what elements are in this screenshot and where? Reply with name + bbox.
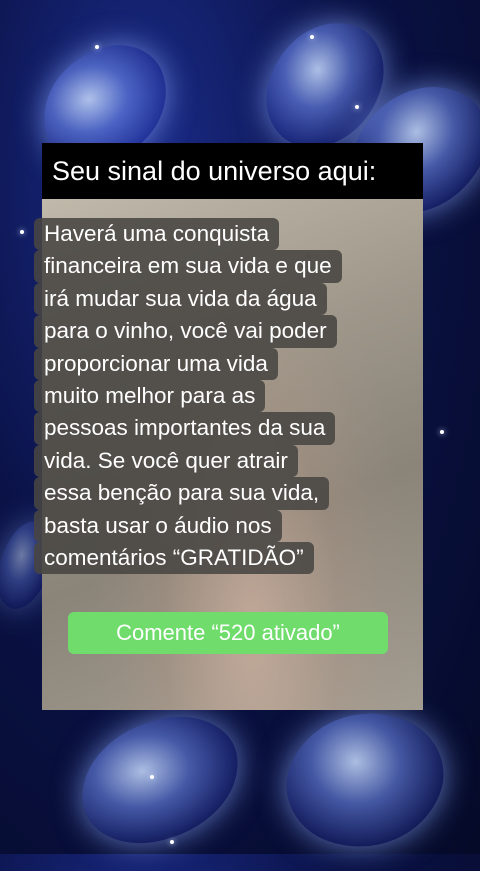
butterfly-wing-decoration <box>70 707 250 853</box>
page-title: Seu sinal do universo aqui: <box>42 143 423 199</box>
sparkle-decoration <box>20 230 24 234</box>
message-text: Haverá uma conquista financeira em sua v… <box>34 218 424 575</box>
message-line: basta usar o áudio nos <box>34 509 282 543</box>
message-line: pessoas importantes da sua <box>34 412 336 445</box>
butterfly-wing-decoration <box>270 688 460 871</box>
sparkle-decoration <box>150 775 154 779</box>
message-line: proporcionar uma vida <box>34 347 278 381</box>
message-line: financeira em sua vida e que <box>34 250 342 283</box>
sparkle-decoration <box>355 105 359 109</box>
message-line: para o vinho, você vai poder <box>34 315 337 348</box>
message-line: comentários “GRATIDÃO” <box>34 542 314 575</box>
comment-cta-badge: Comente “520 ativado” <box>68 612 388 654</box>
message-line: vida. Se você quer atrair <box>34 444 298 478</box>
sparkle-decoration <box>440 430 444 434</box>
sparkle-decoration <box>310 35 314 39</box>
sparkle-decoration <box>95 45 99 49</box>
message-line: Haverá uma conquista <box>34 218 280 251</box>
message-line: irá mudar sua vida da água <box>34 282 327 316</box>
sparkle-decoration <box>170 840 174 844</box>
message-line: essa benção para sua vida, <box>34 477 330 510</box>
message-line: muito melhor para as <box>34 380 266 413</box>
